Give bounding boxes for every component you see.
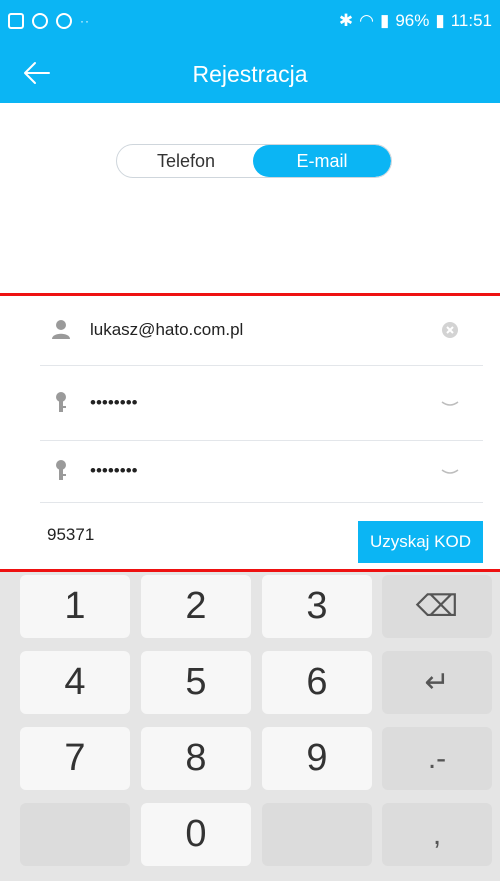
status-dots: ·· [80, 14, 90, 28]
email-field[interactable] [90, 320, 420, 340]
confirm-password-field[interactable] [90, 461, 420, 481]
signal-icon: ▮ [379, 11, 390, 30]
blank-key-middle[interactable] [262, 803, 372, 866]
key-icon [56, 460, 66, 480]
key-0[interactable]: 0 [141, 803, 251, 866]
verification-code-field[interactable] [47, 525, 327, 545]
key-1[interactable]: 1 [20, 575, 130, 638]
tab-email[interactable]: E-mail [253, 145, 391, 177]
bluetooth-icon: ✱ [338, 11, 354, 30]
notification-icon [32, 13, 48, 29]
app-bar: Rejestracja [0, 43, 500, 103]
registration-method-toggle[interactable]: Telefon E-mail [116, 144, 392, 178]
key-2[interactable]: 2 [141, 575, 251, 638]
gallery-notification-icon [8, 13, 24, 29]
enter-key[interactable]: ↵ [382, 651, 492, 714]
key-5[interactable]: 5 [141, 651, 251, 714]
wifi-icon: ◠ [359, 11, 374, 30]
confirm-password-row [0, 441, 500, 501]
key-8[interactable]: 8 [141, 727, 251, 790]
notification-icon-2 [56, 13, 72, 29]
battery-icon: ▮ [435, 11, 445, 30]
tab-telefon[interactable]: Telefon [117, 145, 255, 177]
comma-key[interactable]: , [382, 803, 492, 866]
get-code-button[interactable]: Uzyskaj KOD [358, 521, 483, 563]
page-title: Rejestracja [192, 61, 308, 87]
divider [40, 502, 483, 503]
status-left-icons: ·· [8, 13, 90, 29]
status-right: ✱ ◠ ▮ 96% ▮ 11:51 [339, 11, 492, 31]
key-7[interactable]: 7 [20, 727, 130, 790]
eye-closed-icon[interactable] [440, 461, 460, 481]
clock: 11:51 [450, 11, 492, 30]
backspace-key[interactable]: ⌫ [382, 575, 492, 638]
key-4[interactable]: 4 [20, 651, 130, 714]
key-9[interactable]: 9 [262, 727, 372, 790]
status-bar: ·· ✱ ◠ ▮ 96% ▮ 11:51 [0, 0, 500, 43]
divider [40, 365, 483, 366]
key-6[interactable]: 6 [262, 651, 372, 714]
email-row [0, 300, 500, 360]
dot-dash-key[interactable]: .- [382, 727, 492, 790]
key-icon [56, 392, 66, 412]
clear-icon[interactable] [440, 320, 460, 340]
key-3[interactable]: 3 [262, 575, 372, 638]
eye-closed-icon[interactable] [440, 393, 460, 413]
battery-percent: 96% [395, 11, 430, 30]
password-row [0, 373, 500, 433]
blank-key-left[interactable] [20, 803, 130, 866]
user-icon [52, 320, 70, 339]
password-field[interactable] [90, 393, 420, 413]
